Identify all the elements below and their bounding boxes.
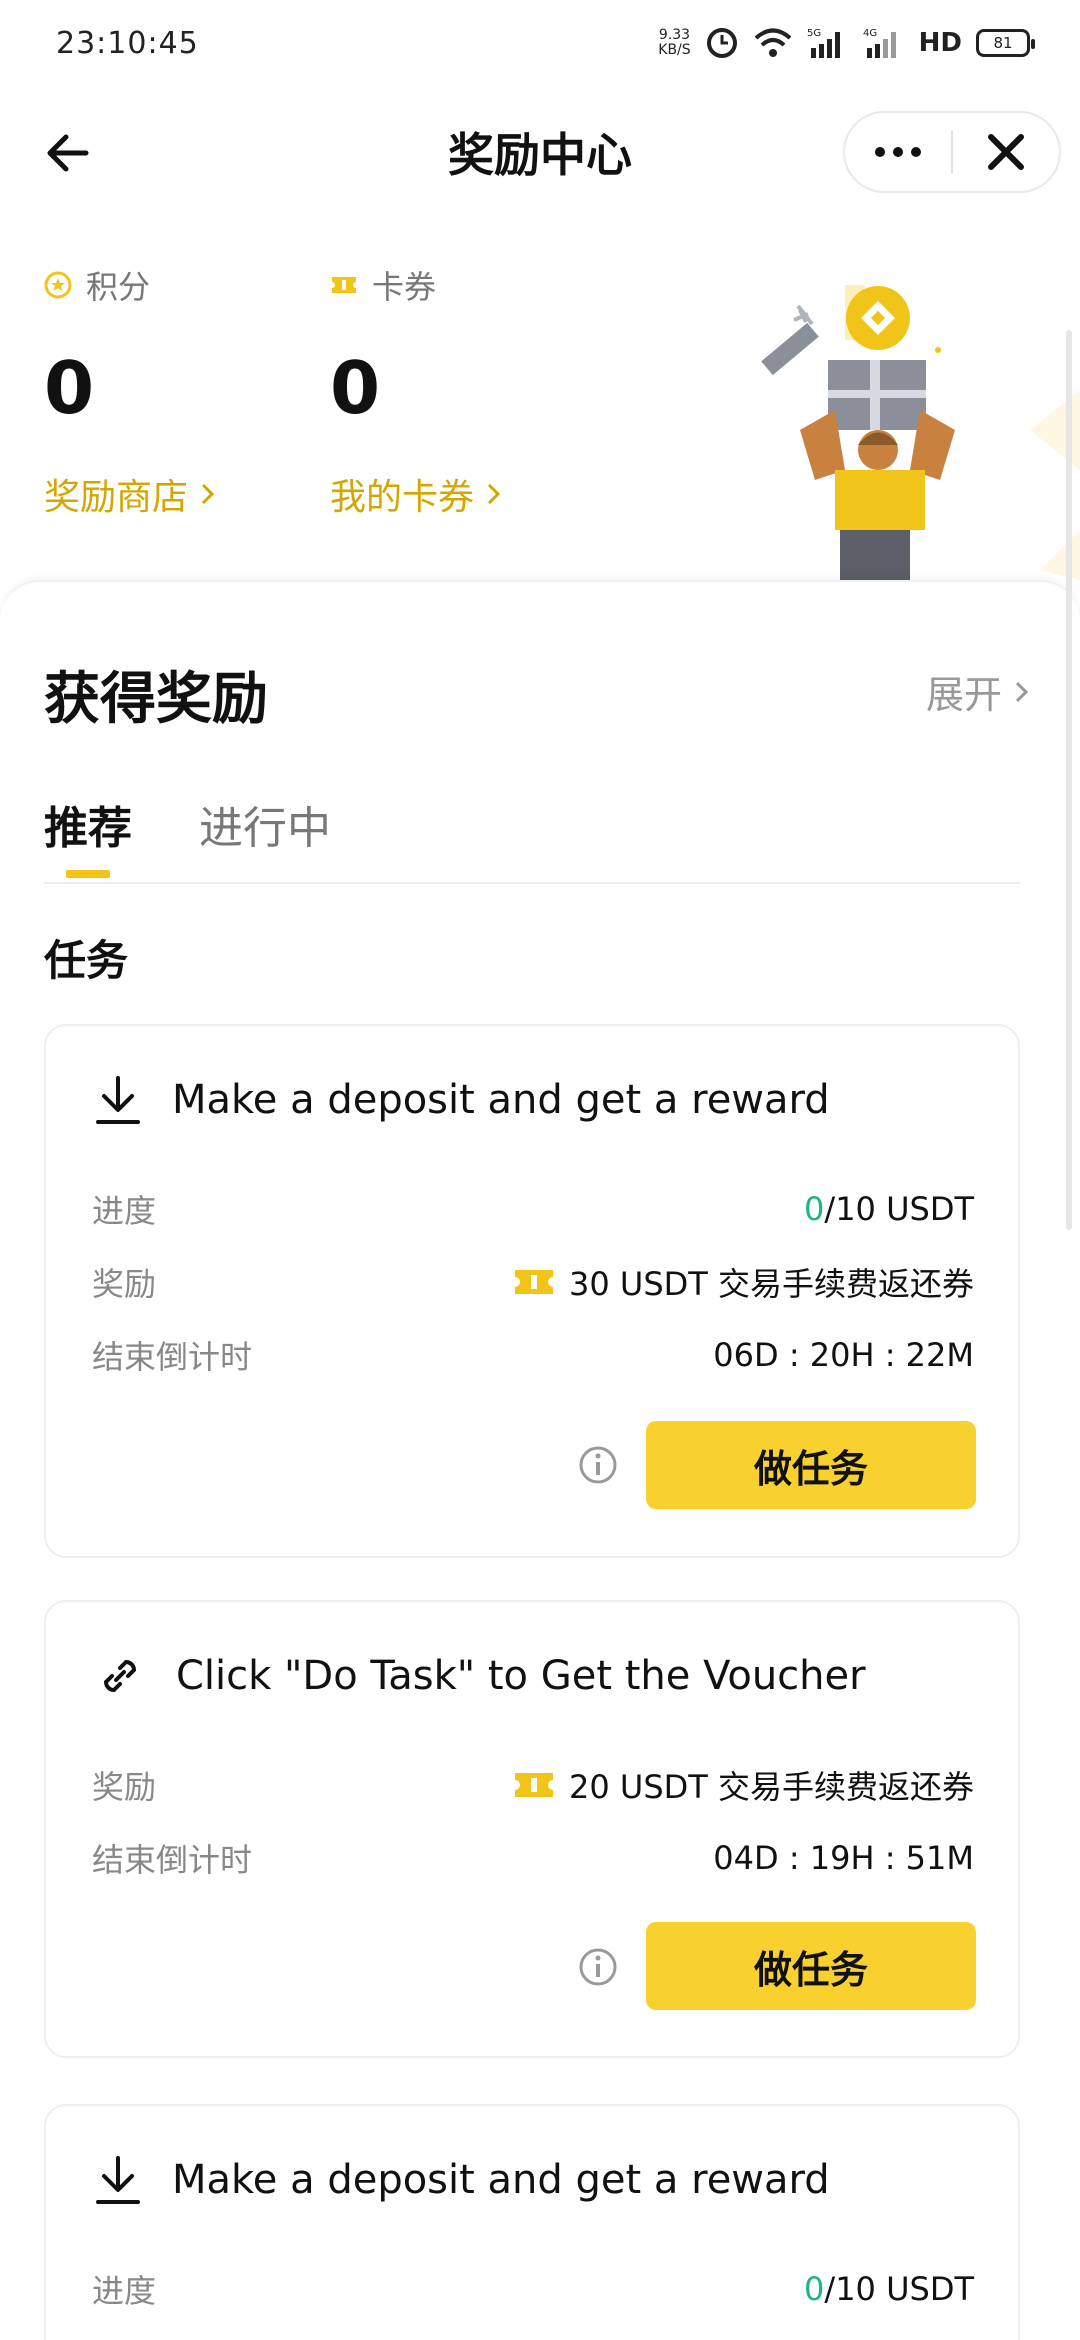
chevron-right-icon <box>1015 681 1029 702</box>
close-icon <box>987 134 1024 170</box>
scrollbar[interactable] <box>1066 330 1072 1230</box>
tasks-section-title: 任务 <box>44 936 129 985</box>
countdown-row: 结束倒计时 06D : 20H : 22M <box>92 1332 974 1378</box>
progress-total: /10 USDT <box>824 1190 974 1228</box>
battery-level: 81 <box>993 34 1013 52</box>
expand-button[interactable]: 展开 <box>926 664 1030 719</box>
points-summary: 积分 0 奖励商店 <box>44 262 216 520</box>
panel-title: 获得奖励 <box>44 667 268 732</box>
do-task-button[interactable]: 做任务 <box>646 1922 976 2010</box>
battery-icon: 81 <box>976 29 1035 57</box>
info-icon[interactable] <box>578 1947 618 1987</box>
tab-in-progress[interactable]: 进行中 <box>199 792 331 856</box>
reward-value: 20 USDT 交易手续费返还券 <box>513 1762 974 1808</box>
my-vouchers-link-text: 我的卡券 <box>330 477 475 518</box>
svg-text:5G: 5G <box>807 28 821 39</box>
mini-program-capsule <box>843 111 1061 193</box>
task-card-header: Make a deposit and get a reward <box>94 2154 830 2206</box>
progress-done: 0 <box>804 2270 825 2308</box>
progress-done: 0 <box>804 1190 825 1228</box>
signal-4g-icon: 4G <box>863 28 896 58</box>
voucher-ticket-icon <box>515 1270 553 1294</box>
reward-label: 奖励 <box>92 1265 157 1303</box>
reward-label: 奖励 <box>92 1768 157 1806</box>
countdown-label: 结束倒计时 <box>92 1338 253 1376</box>
reward-row: 奖励 20 USDT 交易手续费返还券 <box>92 1762 974 1808</box>
task-card: Click "Do Task" to Get the Voucher 奖励 20… <box>44 1600 1020 2058</box>
vouchers-summary: 卡券 0 我的卡券 <box>330 262 502 520</box>
progress-value: 0/10 USDT <box>804 2270 974 2308</box>
reward-text: 30 USDT 交易手续费返还券 <box>569 1265 974 1303</box>
reward-store-link-text: 奖励商店 <box>44 477 189 518</box>
countdown-value: 04D : 19H : 51M <box>713 1839 974 1877</box>
more-button[interactable] <box>845 113 951 191</box>
status-icons: 9.33 KB/S 5G 4G HD 81 <box>658 26 1035 60</box>
vouchers-value: 0 <box>330 346 381 430</box>
reward-store-link[interactable]: 奖励商店 <box>44 468 216 520</box>
svg-text:4G: 4G <box>863 28 877 39</box>
wifi-icon <box>754 28 791 57</box>
link-icon <box>103 1659 137 1693</box>
progress-value: 0/10 USDT <box>804 1190 974 1228</box>
status-time: 23:10:45 <box>56 26 199 61</box>
alarm-icon <box>706 28 737 58</box>
do-task-button[interactable]: 做任务 <box>646 1421 976 1509</box>
progress-label: 进度 <box>92 2272 157 2310</box>
progress-total: /10 USDT <box>824 2270 974 2308</box>
network-speed: 9.33 KB/S <box>658 27 691 58</box>
points-label-text: 积分 <box>86 268 151 306</box>
close-button[interactable] <box>953 113 1059 191</box>
progress-label: 进度 <box>92 1192 157 1230</box>
chevron-right-icon <box>487 483 501 505</box>
gift-illustration <box>761 285 1080 580</box>
voucher-ticket-icon <box>515 1773 553 1797</box>
more-dots-icon <box>875 147 921 157</box>
reward-text: 20 USDT 交易手续费返还券 <box>569 1768 974 1806</box>
task-card: Make a deposit and get a reward 进度 0/10 … <box>44 1024 1020 1558</box>
voucher-ticket-icon <box>332 277 356 293</box>
chevron-right-icon <box>201 483 215 505</box>
vouchers-label: 卡券 <box>330 262 502 308</box>
active-tab-indicator <box>66 870 110 878</box>
header: 奖励中心 <box>0 105 1080 195</box>
task-title: Make a deposit and get a reward <box>172 2157 830 2203</box>
countdown-row: 结束倒计时 04D : 19H : 51M <box>92 1835 974 1881</box>
points-value: 0 <box>44 346 95 430</box>
countdown-value: 06D : 20H : 22M <box>713 1336 974 1374</box>
progress-row: 进度 0/10 USDT <box>92 1186 974 1232</box>
reward-row: 奖励 30 USDT 交易手续费返还券 <box>92 1259 974 1305</box>
task-card: Make a deposit and get a reward 进度 0/10 … <box>44 2104 1020 2340</box>
task-card-header: Click "Do Task" to Get the Voucher <box>94 1650 866 1702</box>
reward-value: 30 USDT 交易手续费返还券 <box>513 1259 974 1305</box>
tab-bar: 推荐 进行中 <box>44 792 1020 884</box>
tab-recommended[interactable]: 推荐 <box>44 792 132 856</box>
rewards-panel: 获得奖励 展开 推荐 进行中 任务 Make a deposit and get… <box>0 580 1080 2340</box>
points-star-icon <box>44 271 72 299</box>
hd-indicator: HD <box>918 28 962 58</box>
countdown-label: 结束倒计时 <box>92 1841 253 1879</box>
task-card-header: Make a deposit and get a reward <box>94 1074 830 1126</box>
points-label: 积分 <box>44 262 216 308</box>
info-icon[interactable] <box>578 1445 618 1485</box>
my-vouchers-link[interactable]: 我的卡券 <box>330 468 502 520</box>
expand-text: 展开 <box>925 673 1002 717</box>
signal-5g-icon: 5G <box>807 28 840 58</box>
vouchers-label-text: 卡券 <box>372 268 437 306</box>
download-icon <box>96 1076 140 1124</box>
status-bar: 23:10:45 9.33 KB/S 5G 4G HD 81 <box>0 0 1080 90</box>
progress-row: 进度 0/10 USDT <box>92 2266 974 2312</box>
task-title: Make a deposit and get a reward <box>172 1077 830 1123</box>
task-title: Click "Do Task" to Get the Voucher <box>176 1653 866 1699</box>
download-icon <box>96 2156 140 2204</box>
